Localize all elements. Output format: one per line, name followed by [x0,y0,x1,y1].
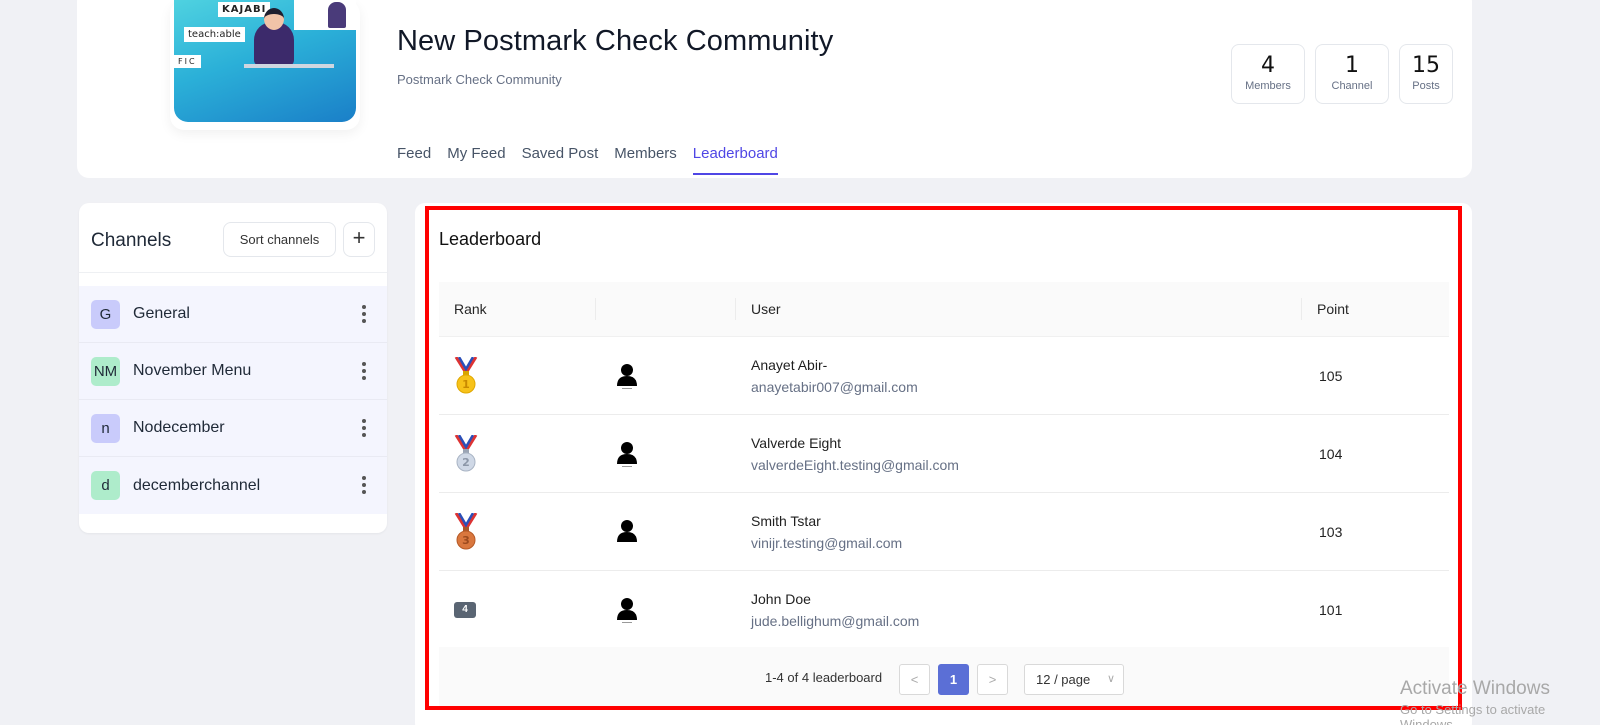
channels-header: Channels Sort channels + [79,203,387,273]
cover-panel [294,0,356,30]
user-points: 103 [1319,524,1343,540]
user-points: 105 [1319,368,1343,384]
bronze-medal-icon: 3 [454,513,478,550]
page-1-button[interactable]: 1 [938,664,969,695]
community-subtitle: Postmark Check Community [397,72,562,87]
channel-name: November Menu [133,362,252,379]
user-email: vinijr.testing@gmail.com [751,535,903,551]
windows-activation-watermark: Activate Windows Go to Settings to activ… [1400,678,1600,725]
tab-my-feed[interactable]: My Feed [447,145,505,175]
user-avatar-icon [617,520,637,542]
cover-image: KAJABI teach:able FIC [174,0,356,122]
table-row: 1 Anayet Abir- anayetabir007@gmail.com 1… [439,337,1449,415]
channel-name: Nodecember [133,419,225,436]
table-row: 4 John Doe jude.bellighum@gmail.com 101 [439,571,1449,649]
more-vertical-icon[interactable] [361,419,367,439]
leaderboard-title: Leaderboard [439,229,542,249]
user-email: valverdeEight.testing@gmail.com [751,457,959,473]
table-row: 3 Smith Tstar vinijr.testing@gmail.com 1… [439,493,1449,571]
plus-icon: + [352,225,366,250]
stat-members: 4 Members [1231,44,1305,104]
tab-saved-post[interactable]: Saved Post [522,145,599,175]
stat-channels: 1 Channel [1315,44,1389,104]
community-stats: 4 Members 1 Channel 15 Posts [1231,44,1453,104]
gold-medal-icon: 1 [454,357,478,394]
stat-label: Posts [1412,80,1440,92]
svg-text:1: 1 [462,378,470,391]
tab-members[interactable]: Members [614,145,677,175]
chevron-right-icon: > [988,672,997,687]
user-points: 101 [1319,602,1343,618]
user-avatar-icon [617,442,637,467]
pagination-total: 1-4 of 4 leaderboard [765,670,883,685]
cover-tag-kajabi: KAJABI [218,2,271,17]
channel-avatar: G [91,299,120,329]
channel-avatar: NM [91,356,120,386]
stat-label: Members [1245,80,1291,92]
sort-channels-button[interactable]: Sort channels [223,222,336,257]
page-size-value: 12 / page [1036,672,1091,687]
stat-value: 4 [1261,53,1275,78]
channel-item-nodecember[interactable]: n Nodecember [79,400,387,457]
add-channel-button[interactable]: + [343,222,375,257]
user-points: 104 [1319,446,1343,462]
user-avatar-icon [617,598,637,623]
more-vertical-icon[interactable] [361,305,367,325]
community-tabs: Feed My Feed Saved Post Members Leaderbo… [397,145,778,175]
column-header-user: User [751,301,781,317]
user-name: John Doe [751,591,811,607]
pagination: 1-4 of 4 leaderboard < 1 > 12 / page ∨ [439,647,1449,707]
channel-item-decemberchannel[interactable]: d decemberchannel [79,457,387,514]
stat-posts: 15 Posts [1399,44,1453,104]
watermark-subtitle: Go to Settings to activate Windows. [1400,702,1546,725]
channel-item-general[interactable]: G General [79,286,387,343]
cover-tag-fic: FIC [174,55,201,68]
cover-tag-teachable: teach:able [184,27,245,42]
user-email: anayetabir007@gmail.com [751,379,918,395]
more-vertical-icon[interactable] [361,362,367,382]
column-header-rank: Rank [454,301,487,317]
user-avatar-icon [617,364,637,389]
next-page-button[interactable]: > [977,664,1008,695]
channels-panel: Channels Sort channels + G General NM No… [79,203,387,533]
watermark-title: Activate Windows [1400,678,1550,699]
tab-feed[interactable]: Feed [397,145,431,175]
channel-avatar: n [91,413,120,443]
rank-badge: 4 [454,602,476,618]
user-name: Valverde Eight [751,435,842,451]
page-size-select[interactable]: 12 / page ∨ [1024,664,1124,695]
user-name: Anayet Abir- [751,357,828,373]
chevron-down-icon: ∨ [1106,673,1115,685]
svg-text:2: 2 [462,456,470,469]
channel-item-november-menu[interactable]: NM November Menu [79,343,387,400]
table-header: Rank User Point [439,282,1449,337]
table-row: 2 Valverde Eight valverdeEight.testing@g… [439,415,1449,493]
chevron-left-icon: < [910,672,919,687]
channels-title: Channels [91,230,172,251]
stat-value: 1 [1345,53,1359,78]
more-vertical-icon[interactable] [361,476,367,496]
stat-label: Channel [1331,80,1373,92]
user-email: jude.bellighum@gmail.com [751,613,920,629]
column-header-point: Point [1317,301,1349,317]
community-title: New Postmark Check Community [397,25,834,57]
tab-leaderboard[interactable]: Leaderboard [692,145,778,175]
community-cover: KAJABI teach:able FIC [170,0,360,130]
channel-avatar: d [91,471,120,500]
stat-value: 15 [1412,53,1440,78]
silver-medal-icon: 2 [454,435,478,472]
prev-page-button[interactable]: < [899,664,930,695]
leaderboard-table: Rank User Point 1 Anayet Abir- anayetabi… [439,282,1449,649]
channel-name: General [133,305,190,322]
channel-list: G General NM November Menu n Nodecember … [79,286,387,514]
svg-text:3: 3 [462,534,470,547]
user-name: Smith Tstar [751,513,821,529]
channel-name: decemberchannel [133,476,261,494]
